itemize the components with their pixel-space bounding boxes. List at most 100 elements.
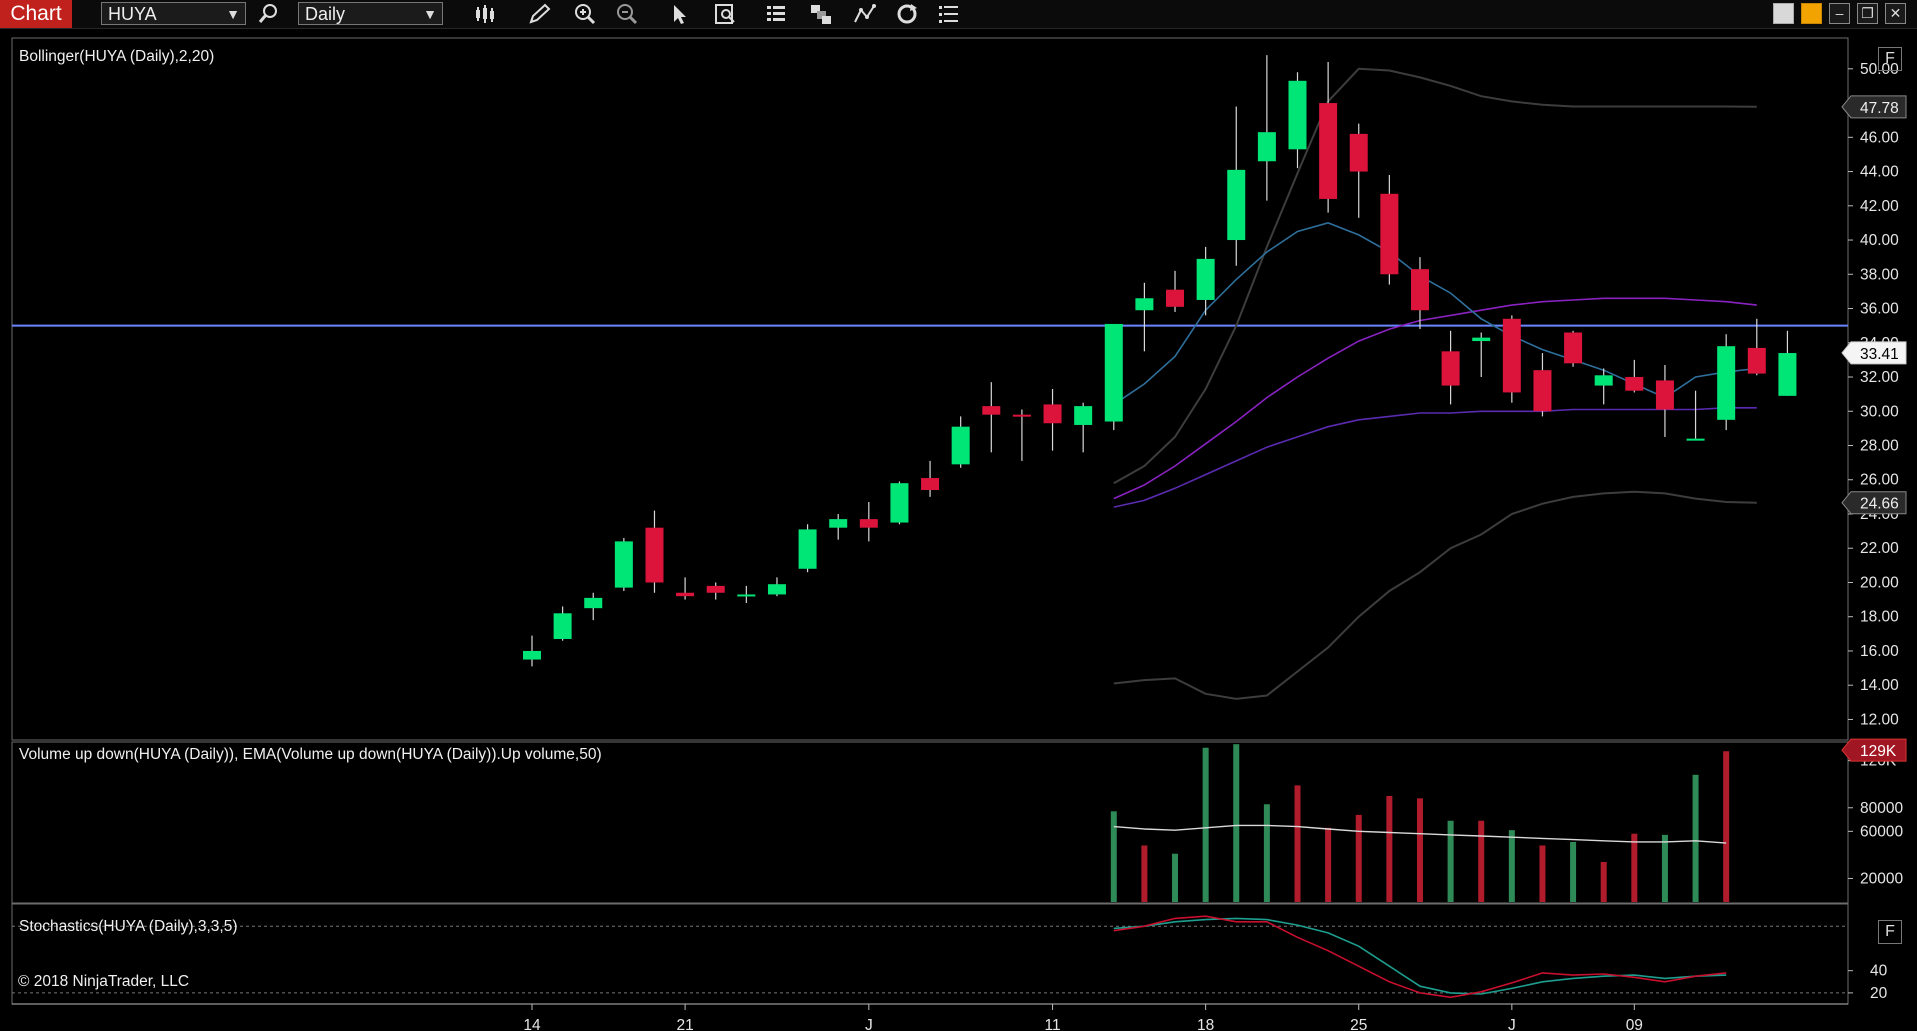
candle-down-body (1380, 193, 1399, 275)
link-color-grey-button[interactable] (1773, 3, 1794, 24)
copyright-watermark: © 2018 NinjaTrader, LLC (18, 973, 190, 990)
price-tick-label: 30.00 (1860, 403, 1899, 420)
candle-down-body (921, 478, 940, 491)
chart-tab[interactable]: Chart (0, 0, 72, 28)
candle-up-body (584, 597, 603, 609)
interval-value: Daily (305, 4, 346, 24)
price-tick-label: 14.00 (1860, 677, 1899, 694)
candle-down-body (676, 592, 695, 597)
candle-down-body (1410, 269, 1429, 311)
candle-up-body (1778, 353, 1797, 396)
instrument-value: HUYA (108, 4, 157, 24)
candle-down-body (1441, 351, 1460, 386)
restore-icon[interactable]: ❐ (1857, 3, 1878, 24)
volume-up-bar (1263, 804, 1270, 902)
candle-down-body (1502, 318, 1521, 393)
price-tick-label: 22.00 (1860, 540, 1899, 557)
candle-up-body (1074, 406, 1093, 425)
volume-panel-title: Volume up down(HUYA (Daily)), EMA(Volume… (19, 746, 602, 763)
volume-up-bar (1692, 774, 1699, 902)
price-marker-label: 47.78 (1860, 100, 1899, 117)
chevron-down-icon[interactable]: ▼ (226, 3, 240, 26)
candle-up-body (890, 483, 909, 523)
reload-icon[interactable] (894, 2, 920, 26)
candle-down-body (1012, 414, 1031, 417)
price-tick-label: 36.00 (1860, 301, 1899, 318)
strategies-icon[interactable] (852, 2, 878, 26)
templates-icon[interactable] (808, 2, 834, 26)
volume-down-bar (1355, 814, 1362, 902)
pointer-icon[interactable] (666, 2, 692, 26)
minimize-icon[interactable]: – (1829, 3, 1850, 24)
volume-down-bar (1416, 798, 1423, 902)
search-icon[interactable] (256, 2, 282, 26)
volume-up-bar (1447, 820, 1454, 902)
time-axis-label: 11 (1044, 1017, 1060, 1031)
data-box-icon[interactable] (712, 2, 738, 26)
candle-down-body (1166, 289, 1185, 307)
time-axis-label: 14 (523, 1017, 541, 1031)
candle-up-body (1104, 323, 1123, 422)
price-marker-label: 24.66 (1860, 496, 1899, 513)
interval-selector[interactable]: Daily ▼ (298, 2, 443, 25)
instrument-selector[interactable]: HUYA ▼ (101, 2, 246, 25)
time-axis-label: 21 (676, 1017, 693, 1031)
volume-tick-label: 60000 (1860, 823, 1903, 840)
candle-up-body (1717, 346, 1736, 420)
time-axis-label: 09 (1626, 1017, 1643, 1031)
candle-down-body (645, 527, 664, 583)
zoom-out-icon[interactable] (614, 2, 640, 26)
volume-down-bar (1723, 751, 1730, 902)
zoom-in-icon[interactable] (572, 2, 598, 26)
candle-up-body (951, 426, 970, 465)
volume-up-bar (1570, 841, 1577, 902)
volume-up-bar (1508, 830, 1515, 902)
candle-up-body (737, 594, 756, 597)
candle-up-body (1135, 298, 1154, 311)
time-axis-label: J (1508, 1017, 1516, 1031)
candle-down-body (1349, 133, 1368, 172)
candle-up-body (553, 613, 572, 639)
candle-up-body (767, 584, 786, 595)
price-tick-label: 42.00 (1860, 198, 1899, 215)
close-icon[interactable]: ✕ (1885, 3, 1906, 24)
candle-up-body (1227, 169, 1246, 241)
stochastics-panel-f-button[interactable]: F (1878, 920, 1902, 944)
volume-down-bar (1294, 785, 1301, 902)
price-tick-label: 28.00 (1860, 438, 1899, 455)
volume-marker-label: 129K (1860, 743, 1897, 760)
link-color-orange-button[interactable] (1801, 3, 1822, 24)
candle-down-body (1747, 347, 1766, 374)
candle-down-body (1043, 404, 1062, 424)
stochastics-panel-title: Stochastics(HUYA (Daily),3,3,5) (19, 918, 238, 935)
price-tick-label: 44.00 (1860, 164, 1899, 181)
volume-up-bar (1661, 834, 1668, 902)
volume-down-bar (1631, 833, 1638, 902)
candle-down-body (1564, 332, 1583, 364)
candle-down-body (859, 519, 878, 528)
chart-toolbar: Chart HUYA ▼ Daily ▼ – ❐ ✕ (0, 0, 1917, 29)
menu-list-icon[interactable] (936, 2, 962, 26)
candle-up-body (1257, 132, 1276, 162)
volume-down-bar (1478, 820, 1485, 902)
properties-icon[interactable] (764, 2, 790, 26)
price-tick-label: 12.00 (1860, 711, 1899, 728)
price-tick-label: 32.00 (1860, 369, 1899, 386)
candle-up-body (1594, 375, 1613, 386)
volume-up-bar (1202, 747, 1209, 902)
price-marker-label: 33.41 (1860, 346, 1899, 363)
price-tick-label: 20.00 (1860, 574, 1899, 591)
stochastics-panel-frame (11, 903, 1849, 1005)
candle-up-body (1686, 438, 1705, 441)
draw-pencil-icon[interactable] (526, 2, 552, 26)
price-panel-f-button[interactable]: F (1878, 47, 1902, 71)
bar-type-icon[interactable] (472, 2, 498, 26)
stoch-k-line (1113, 915, 1727, 999)
candle-up-body (523, 650, 541, 660)
candle-down-body (1533, 370, 1552, 412)
chevron-down-icon[interactable]: ▼ (423, 3, 437, 26)
volume-down-bar (1539, 845, 1546, 902)
volume-up-bar (1233, 744, 1240, 902)
chart-canvas[interactable]: 50.0048.0046.0044.0042.0040.0038.0036.00… (0, 0, 1917, 1031)
stoch-d-line (1113, 917, 1727, 995)
